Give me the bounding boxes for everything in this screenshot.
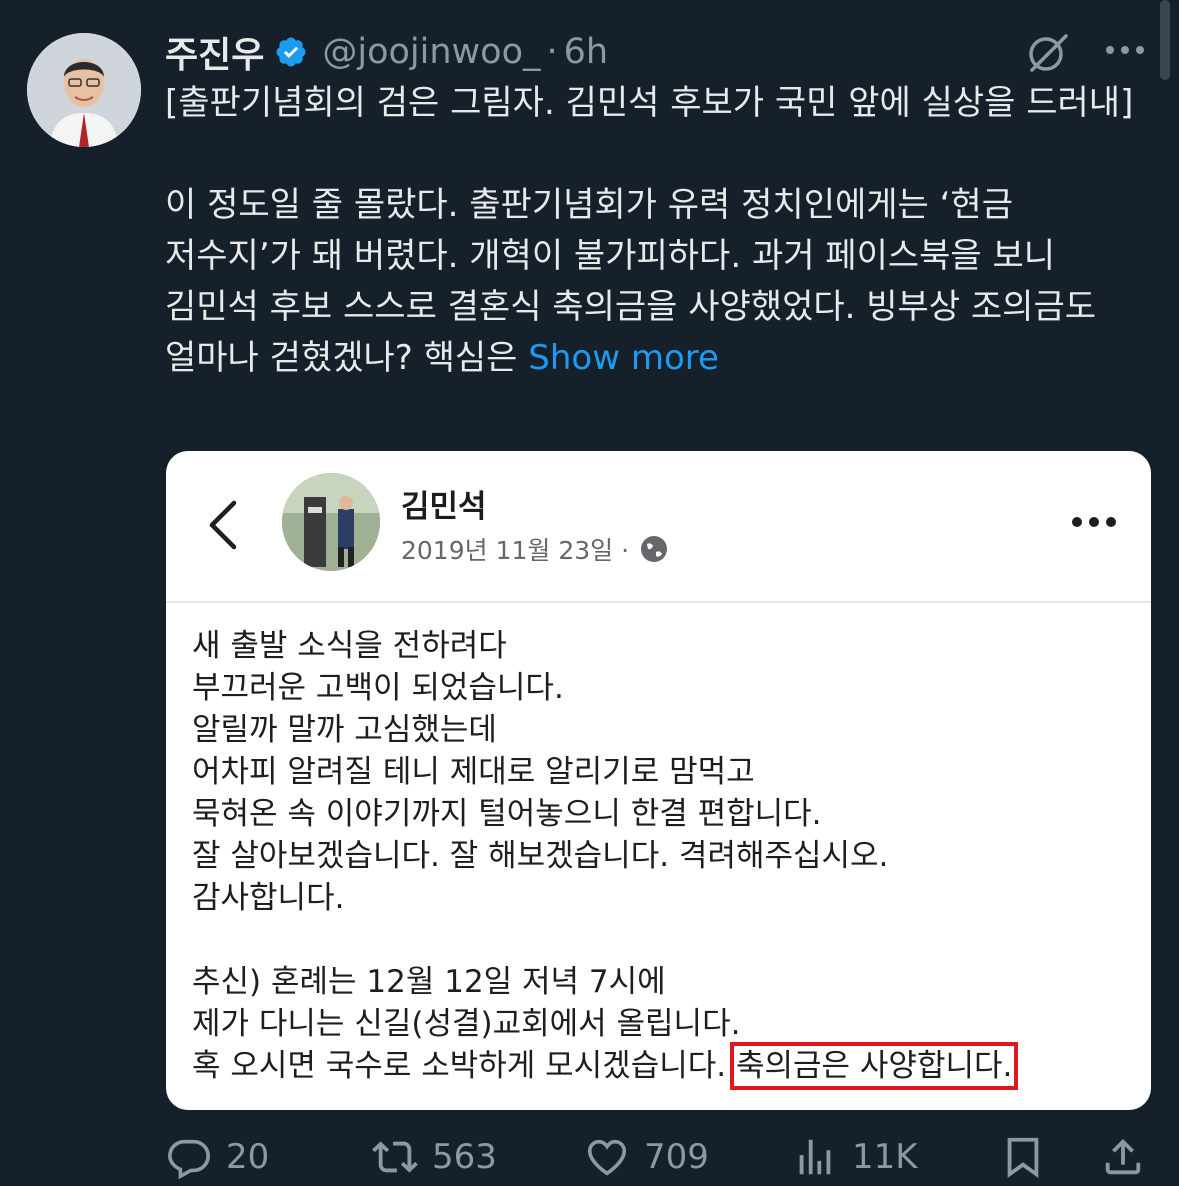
action-bar: 20 563 709 11K (0, 1128, 1179, 1186)
tweet-body: [출판기념회의 검은 그림자. 김민석 후보가 국민 앞에 실상을 드러내] 이… (165, 83, 1134, 378)
show-more-link[interactable]: Show more (528, 338, 719, 378)
scrollbar[interactable] (1160, 0, 1170, 80)
post-author-avatar (282, 473, 380, 571)
author-avatar[interactable] (27, 33, 141, 147)
separator-dot: · (546, 32, 558, 72)
grok-icon[interactable] (1024, 28, 1072, 76)
author-handle[interactable]: @joojinwoo_ (322, 32, 540, 72)
verified-badge-icon (274, 35, 308, 69)
embedded-image[interactable]: 김민석 2019년 11월 23일 · 새 출발 소식을 전하려다 부끄러운 고… (166, 451, 1151, 1110)
post-body-text: 새 출발 소식을 전하려다 부끄러운 고백이 되었습니다. 알릴까 말까 고심했… (192, 628, 889, 1084)
post-author-name: 김민석 (401, 489, 487, 525)
globe-icon (639, 534, 669, 564)
bookmark-icon (1007, 1137, 1039, 1178)
post-date: 2019년 11월 23일 · (401, 531, 669, 567)
tweet-time[interactable]: 6h (564, 32, 608, 72)
post-date-text: 2019년 11월 23일 · (401, 536, 630, 565)
author-name[interactable]: 주진우 (165, 26, 264, 78)
tweet-header: 주진우 @joojinwoo_ · 6h (165, 26, 608, 78)
reply-count: 20 (226, 1137, 270, 1177)
more-options-icon[interactable] (1102, 38, 1148, 62)
post-divider (166, 601, 1151, 603)
retweet-icon (372, 1141, 418, 1173)
heart-icon (587, 1139, 627, 1176)
retweet-button[interactable]: 563 (372, 1128, 497, 1186)
retweet-count: 563 (432, 1137, 497, 1177)
like-count: 709 (644, 1137, 709, 1177)
views-count: 11K (852, 1137, 918, 1177)
tweet-text: [출판기념회의 검은 그림자. 김민석 후보가 국민 앞에 실상을 드러내] 이… (165, 78, 1155, 384)
views-icon (799, 1139, 831, 1175)
like-button[interactable]: 709 (584, 1128, 709, 1186)
highlighted-sentence: 축의금은 사양합니다. (729, 1042, 1019, 1090)
reply-icon (168, 1139, 210, 1180)
post-body: 새 출발 소식을 전하려다 부끄러운 고백이 되었습니다. 알릴까 말까 고심했… (192, 625, 1132, 1090)
post-more-icon (1069, 514, 1119, 528)
share-icon (1105, 1138, 1141, 1175)
back-arrow-icon (204, 499, 240, 551)
reply-button[interactable]: 20 (166, 1128, 269, 1186)
bookmark-button[interactable] (1000, 1128, 1046, 1186)
share-button[interactable] (1100, 1128, 1146, 1186)
views-button[interactable]: 11K (792, 1128, 918, 1186)
